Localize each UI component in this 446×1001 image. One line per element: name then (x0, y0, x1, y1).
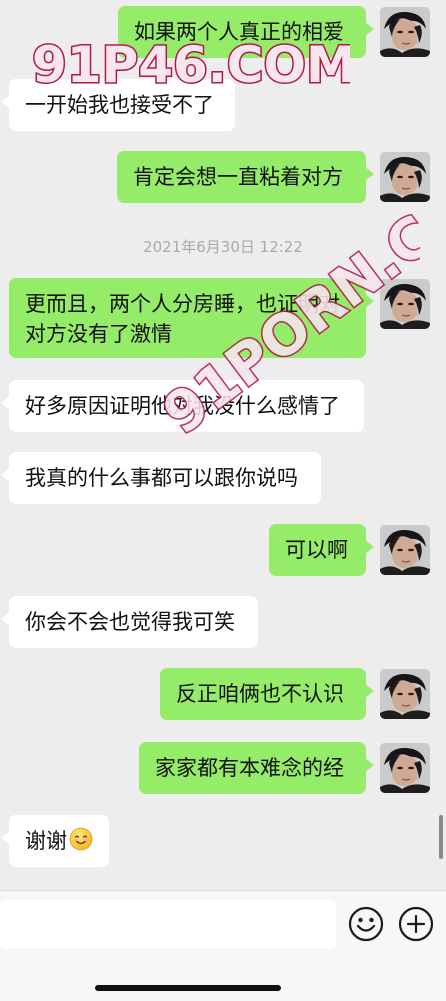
message-bubble-incoming[interactable]: 谢谢 (1, 815, 109, 867)
portrait-image (380, 743, 430, 793)
message-text: 如果两个人真正的相爱 (134, 20, 344, 44)
avatar[interactable] (380, 7, 430, 57)
message-bubble-incoming[interactable]: 好多原因证明他对我没什么感情了 (1, 380, 364, 432)
message-text: 谢谢 (25, 829, 67, 853)
message-text: 家家都有本难念的经 (155, 756, 344, 780)
portrait-image (380, 152, 430, 202)
message-bubble-incoming[interactable]: 我真的什么事都可以跟你说吗 (1, 452, 321, 504)
message-text: 更而且，两个人分房睡，也证明对对方没有了激情 (25, 292, 340, 346)
message-text: 一开始我也接受不了 (25, 93, 214, 117)
message-input[interactable] (0, 900, 336, 948)
home-indicator[interactable] (95, 985, 281, 991)
chat-area: 如果两个人真正的相爱 一开始我也接受不了 肯定会想一直粘着对方 2021年6月3… (0, 0, 446, 890)
message-bubble-incoming[interactable]: 你会不会也觉得我可笑 (1, 596, 258, 648)
input-bar (0, 890, 446, 1001)
portrait-image (380, 669, 430, 719)
message-bubble-outgoing[interactable]: 更而且，两个人分房睡，也证明对对方没有了激情 (9, 278, 374, 358)
emoji-button[interactable] (348, 906, 384, 942)
portrait-image (380, 279, 430, 329)
portrait-image (380, 525, 430, 575)
message-bubble-outgoing[interactable]: 肯定会想一直粘着对方 (117, 151, 374, 203)
message-bubble-outgoing[interactable]: 如果两个人真正的相爱 (118, 6, 374, 58)
smiling-face-emoji-icon (69, 827, 93, 859)
message-text: 你会不会也觉得我可笑 (25, 610, 235, 634)
message-bubble-outgoing[interactable]: 反正咱俩也不认识 (160, 668, 374, 720)
message-text: 反正咱俩也不认识 (176, 682, 344, 706)
avatar[interactable] (380, 669, 430, 719)
smiley-icon (348, 906, 384, 946)
message-bubble-outgoing[interactable]: 可以啊 (269, 524, 374, 576)
chat-timestamp: 2021年6月30日 12:22 (143, 238, 303, 256)
message-text: 可以啊 (285, 538, 348, 562)
portrait-image (380, 7, 430, 57)
message-text: 好多原因证明他对我没什么感情了 (25, 394, 340, 418)
avatar[interactable] (380, 279, 430, 329)
scrollbar[interactable] (439, 815, 443, 859)
more-button[interactable] (398, 906, 434, 942)
message-text: 我真的什么事都可以跟你说吗 (25, 466, 298, 490)
avatar[interactable] (380, 152, 430, 202)
message-bubble-incoming[interactable]: 一开始我也接受不了 (1, 79, 235, 131)
plus-circle-icon (398, 906, 434, 946)
avatar[interactable] (380, 525, 430, 575)
message-text: 肯定会想一直粘着对方 (133, 165, 343, 189)
avatar[interactable] (380, 743, 430, 793)
message-bubble-outgoing[interactable]: 家家都有本难念的经 (139, 742, 374, 794)
